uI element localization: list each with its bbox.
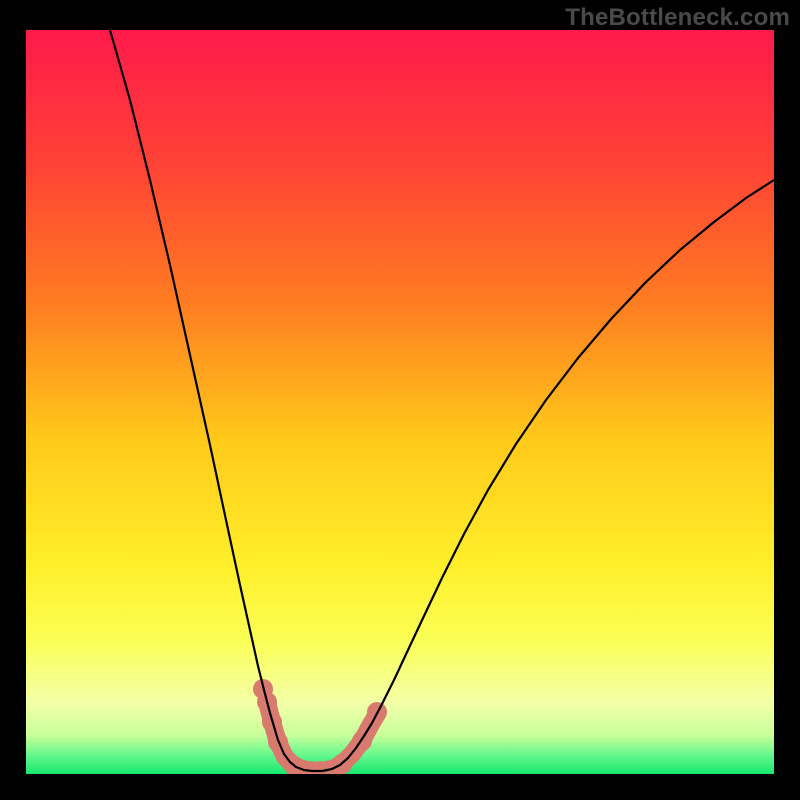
gradient-background bbox=[26, 30, 774, 774]
chart-frame: TheBottleneck.com bbox=[0, 0, 800, 800]
chart-svg bbox=[26, 30, 774, 774]
plot-area bbox=[26, 30, 774, 774]
watermark-text: TheBottleneck.com bbox=[565, 4, 790, 32]
